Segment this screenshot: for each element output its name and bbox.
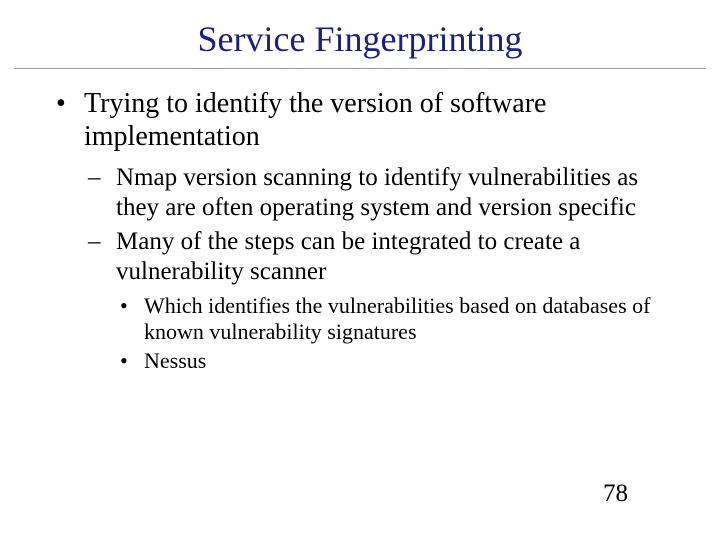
bullet-text: Nessus <box>144 348 206 373</box>
slide-title: Service Fingerprinting <box>0 0 720 68</box>
bullet-list-level3: Which identifies the vulnerabilities bas… <box>116 293 680 374</box>
bullet-list-level2: Nmap version scanning to identify vulner… <box>84 163 680 374</box>
list-item: Which identifies the vulnerabilities bas… <box>116 293 680 346</box>
list-item: Many of the steps can be integrated to c… <box>84 227 680 374</box>
list-item: Nessus <box>116 348 680 374</box>
list-item: Trying to identify the version of softwa… <box>50 87 680 374</box>
slide: Service Fingerprinting Trying to identif… <box>0 0 720 540</box>
bullet-list-level1: Trying to identify the version of softwa… <box>50 87 680 374</box>
bullet-text: Trying to identify the version of softwa… <box>84 88 546 152</box>
bullet-text: Nmap version scanning to identify vulner… <box>116 164 638 221</box>
content-area: Trying to identify the version of softwa… <box>50 87 680 374</box>
bullet-text: Many of the steps can be integrated to c… <box>116 228 580 285</box>
list-item: Nmap version scanning to identify vulner… <box>84 163 680 223</box>
page-number: 78 <box>603 480 628 508</box>
divider <box>14 68 706 69</box>
bullet-text: Which identifies the vulnerabilities bas… <box>144 293 650 344</box>
